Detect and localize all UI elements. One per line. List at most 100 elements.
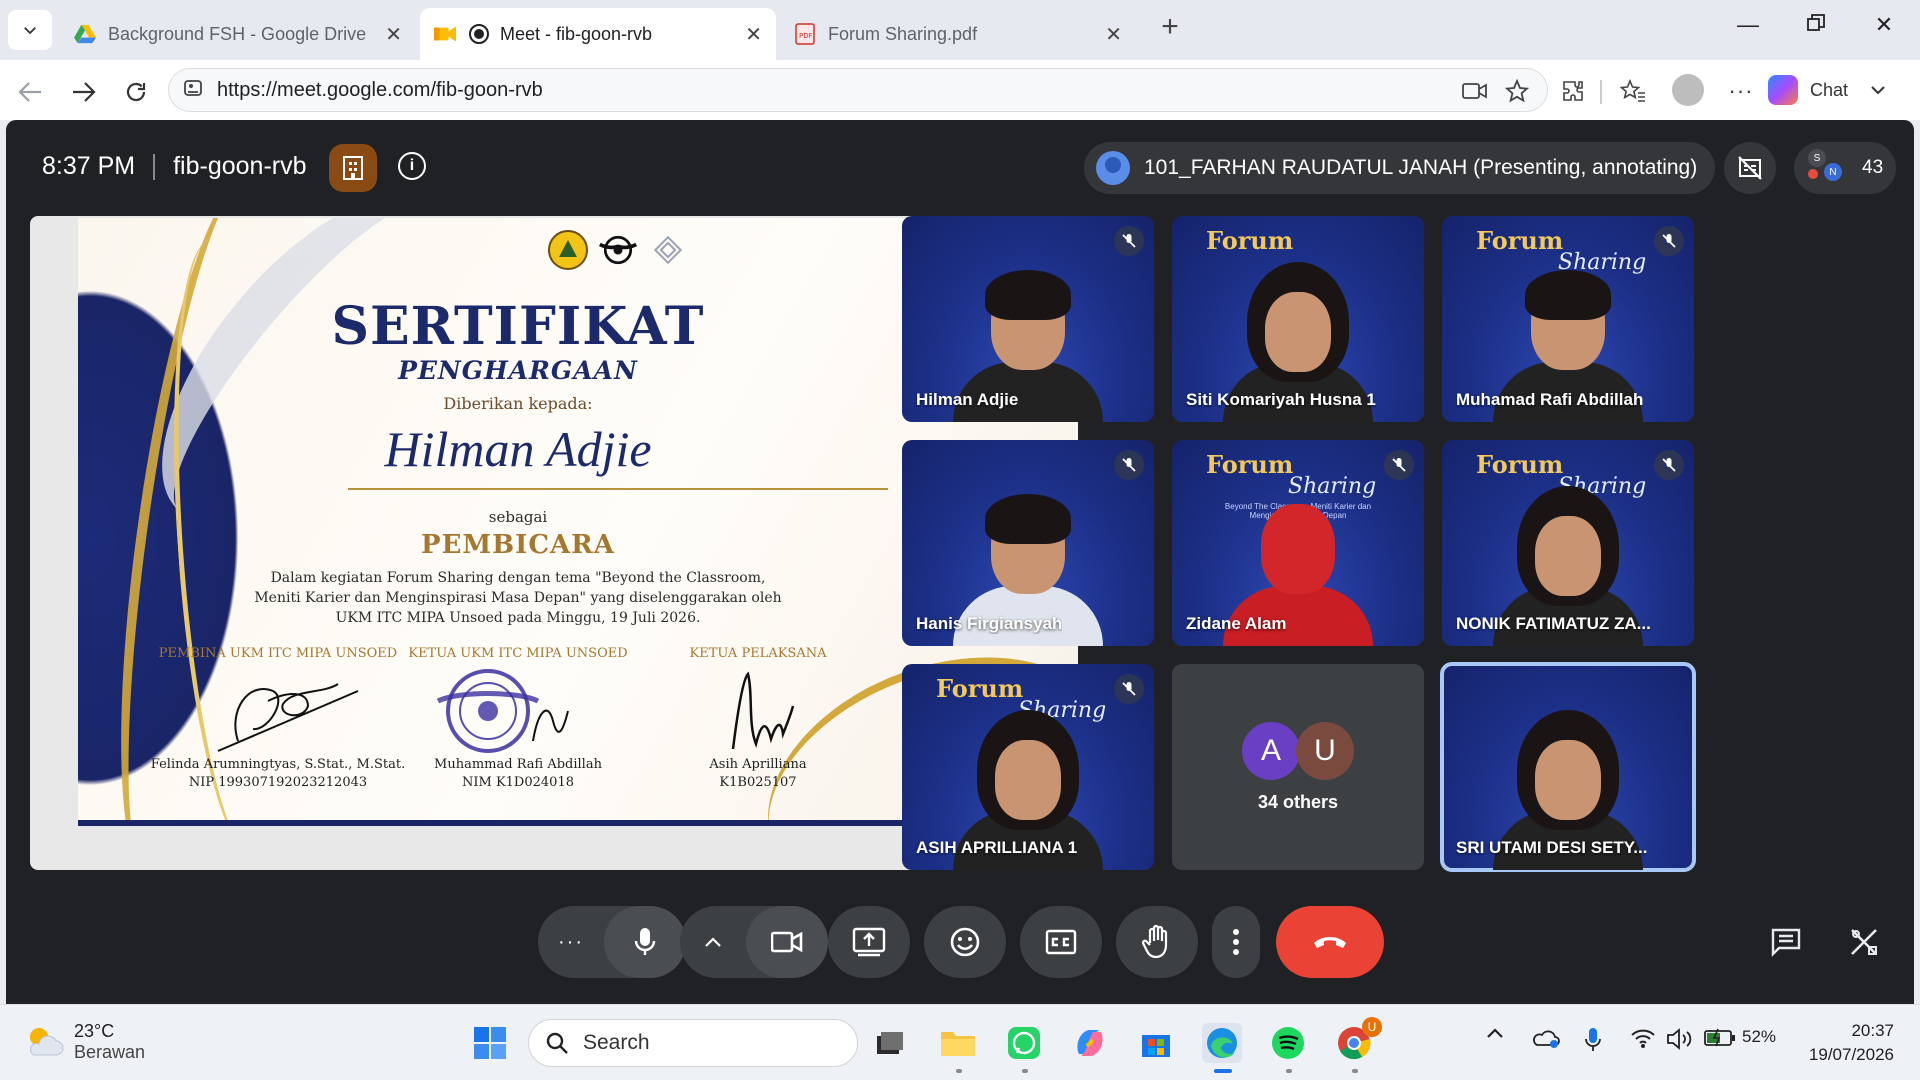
tab-google-meet[interactable]: Meet - fib-goon-rvb ✕	[420, 8, 776, 60]
tab-pdf[interactable]: PDF Forum Sharing.pdf ✕	[780, 8, 1136, 60]
windows-taskbar: 23°C Berawan Search U 52% 20:37 19/07/20…	[0, 1004, 1920, 1080]
temperature: 23°C	[74, 1021, 115, 1041]
building-icon[interactable]	[329, 144, 377, 192]
reload-icon	[126, 82, 146, 102]
participant-tile[interactable]: Forum Sharing Muhamad Rafi Abdillah	[1442, 216, 1694, 422]
participant-tile-self[interactable]: SRI UTAMI DESI SETY...	[1440, 662, 1696, 872]
mic-off-icon	[1654, 226, 1684, 256]
profile-avatar[interactable]	[1672, 74, 1704, 106]
certificate-subtitle: PENGHARGAAN	[398, 356, 638, 385]
signatory-name: Asih Aprilliana	[709, 757, 807, 772]
reload-button[interactable]	[118, 74, 154, 110]
info-icon[interactable]: i	[398, 152, 426, 180]
onedrive-icon[interactable]	[1532, 1027, 1560, 1049]
tab-search-menu-button[interactable]	[8, 10, 52, 50]
copilot-icon[interactable]	[1070, 1023, 1110, 1063]
battery-status[interactable]: 52%	[1704, 1027, 1776, 1047]
present-screen-button[interactable]	[828, 906, 910, 978]
minimize-button[interactable]: —	[1728, 12, 1768, 38]
camera-button[interactable]	[746, 906, 828, 978]
mic-off-icon	[1114, 226, 1144, 256]
copilot-chat-button[interactable]: Chat	[1768, 70, 1886, 110]
taskbar-search[interactable]: Search	[528, 1019, 858, 1067]
presenter-avatar	[1096, 151, 1130, 185]
participant-avatar: A	[1242, 722, 1300, 780]
volume-icon[interactable]	[1666, 1027, 1694, 1051]
captions-off-icon[interactable]	[1724, 142, 1776, 194]
captions-icon	[1045, 929, 1077, 955]
mic-off-icon	[1654, 450, 1684, 480]
activities-button[interactable]	[1842, 920, 1886, 964]
show-hidden-icons[interactable]	[1486, 1027, 1504, 1039]
participant-avatar: U	[1296, 722, 1354, 780]
more-options-button[interactable]	[1212, 906, 1260, 978]
extensions-icon[interactable]	[1558, 76, 1588, 106]
new-tab-button[interactable]: +	[1150, 10, 1190, 44]
video-options-button[interactable]	[680, 906, 746, 978]
favorites-icon[interactable]	[1618, 76, 1648, 106]
chrome-icon[interactable]: U	[1334, 1017, 1382, 1063]
presenter-indicator[interactable]: 101_FARHAN RAUDATUL JANAH (Presenting, a…	[1084, 142, 1716, 194]
audio-options-button[interactable]: ···	[538, 906, 604, 978]
close-window-button[interactable]: ✕	[1864, 12, 1904, 38]
camera-in-use-icon[interactable]	[1460, 76, 1490, 106]
present-screen-icon	[852, 927, 886, 957]
signature-image	[608, 661, 908, 757]
search-icon	[546, 1032, 568, 1054]
participant-tile[interactable]: Hanis Firgiansyah	[902, 440, 1154, 646]
participant-name: SRI UTAMI DESI SETY...	[1456, 838, 1648, 857]
close-tab-icon[interactable]: ✕	[745, 22, 762, 47]
participant-name: Zidane Alam	[1186, 614, 1287, 633]
pdf-icon: PDF	[794, 23, 816, 45]
whatsapp-icon[interactable]	[1004, 1023, 1044, 1063]
toolbar-divider	[1600, 80, 1602, 104]
file-explorer-icon[interactable]	[938, 1023, 978, 1063]
close-tab-icon[interactable]: ✕	[1105, 22, 1122, 47]
mic-control-group: ···	[538, 906, 686, 978]
spotify-icon[interactable]	[1268, 1023, 1308, 1063]
camera-control-group	[680, 906, 828, 978]
others-count: 34 others	[1257, 792, 1339, 812]
description-line: UKM ITC MIPA Unsoed pada Minggu, 19 Juli…	[335, 610, 701, 626]
raise-hand-button[interactable]	[1116, 906, 1198, 978]
edge-browser-icon[interactable]	[1202, 1023, 1242, 1063]
search-placeholder: Search	[583, 1031, 650, 1054]
participant-tile[interactable]: Forum Sharing NONIK FATIMATUZ ZA...	[1442, 440, 1694, 646]
system-clock[interactable]: 20:37 19/07/2026	[1784, 1019, 1894, 1067]
reactions-button[interactable]	[924, 906, 1006, 978]
windows-start-icon[interactable]	[470, 1023, 510, 1063]
camera-icon	[771, 931, 803, 953]
running-indicator	[1286, 1069, 1292, 1073]
clock-date: 19/07/2026	[1808, 1045, 1894, 1064]
microsoft-store-icon[interactable]	[1136, 1023, 1176, 1063]
leave-call-button[interactable]	[1276, 906, 1384, 978]
forward-button[interactable]	[66, 74, 102, 110]
url-bar[interactable]: https://meet.google.com/fib-goon-rvb	[168, 68, 1548, 112]
mic-off-icon	[1384, 450, 1414, 480]
chat-button[interactable]	[1764, 920, 1808, 964]
google-meet-icon	[434, 23, 456, 45]
participants-button[interactable]: S N 43	[1794, 142, 1896, 194]
microphone-button[interactable]	[604, 906, 686, 978]
others-tile[interactable]: A U 34 others	[1172, 664, 1424, 870]
participant-name: Hanis Firgiansyah	[916, 614, 1063, 633]
more-options-icon[interactable]: ···	[1726, 76, 1756, 106]
certificate-title: SERTIFIKAT	[331, 296, 705, 357]
restore-button[interactable]	[1796, 12, 1836, 38]
captions-button[interactable]	[1020, 906, 1102, 978]
back-button[interactable]	[12, 74, 48, 110]
participant-tile[interactable]: Hilman Adjie	[902, 216, 1154, 422]
task-view-icon[interactable]	[870, 1023, 910, 1063]
site-info-icon[interactable]	[183, 78, 205, 103]
favorite-star-icon[interactable]	[1502, 76, 1532, 106]
microphone-tray-icon[interactable]	[1584, 1027, 1602, 1053]
weather-widget[interactable]: 23°C Berawan	[24, 1021, 145, 1063]
tab-google-drive[interactable]: Background FSH - Google Drive ✕	[60, 8, 416, 60]
running-indicator	[1352, 1069, 1358, 1073]
participant-tile[interactable]: Forum Sharing Beyond The Classroom Menit…	[1172, 440, 1424, 646]
participant-tile[interactable]: Forum Siti Komariyah Husna 1	[1172, 216, 1424, 422]
participant-tile[interactable]: Forum Sharing ASIH APRILLIANA 1	[902, 664, 1154, 870]
recipient-name: Hilman Adjie	[384, 421, 652, 477]
wifi-icon[interactable]	[1630, 1027, 1656, 1049]
close-tab-icon[interactable]: ✕	[385, 22, 402, 47]
